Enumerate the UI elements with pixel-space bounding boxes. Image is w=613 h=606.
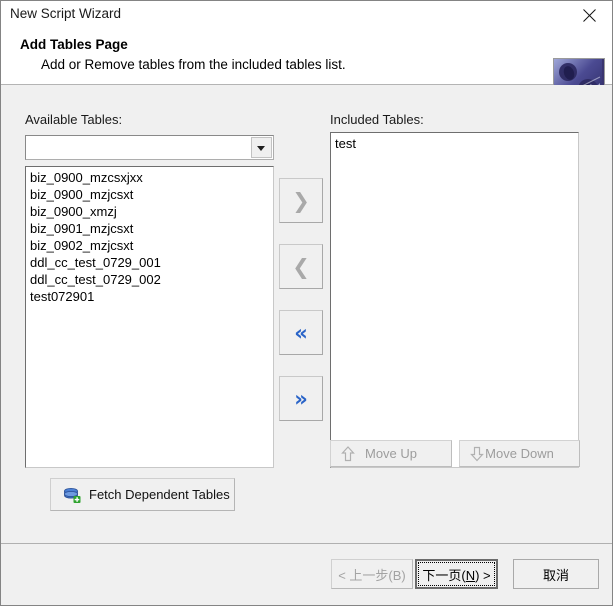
included-tables-items: test bbox=[331, 133, 578, 152]
add-all-button[interactable]: » bbox=[279, 376, 323, 421]
available-tables-items: biz_0900_mzcsxjxx biz_0900_mzjcsxt biz_090… bbox=[26, 167, 273, 305]
fetch-dependent-tables-button[interactable]: Fetch Dependent Tables bbox=[50, 478, 235, 511]
next-label-suffix: ) > bbox=[475, 567, 491, 583]
move-down-label: Move Down bbox=[485, 446, 554, 461]
window-title: New Script Wizard bbox=[10, 6, 122, 21]
dialog-footer: < 上一步(B) 下一页(N) > 取消 bbox=[1, 543, 612, 605]
available-table-item[interactable]: ddl_cc_test_0729_002 bbox=[26, 271, 273, 288]
next-button[interactable]: 下一页(N) > bbox=[415, 559, 498, 589]
close-button[interactable] bbox=[568, 1, 612, 29]
add-selected-button[interactable]: ❯ bbox=[279, 178, 323, 223]
cancel-button-label: 取消 bbox=[542, 567, 569, 583]
cancel-button[interactable]: 取消 bbox=[513, 559, 599, 589]
back-button-label: < 上一步(B) bbox=[338, 567, 406, 583]
next-button-label: 下一页(N) > bbox=[422, 565, 490, 584]
move-up-label: Move Up bbox=[364, 446, 418, 461]
double-chevron-left-icon: « bbox=[294, 320, 308, 345]
available-table-item[interactable]: biz_0902_mzjcsxt bbox=[26, 237, 273, 254]
move-down-button[interactable]: Move Down bbox=[459, 440, 580, 467]
available-table-item[interactable]: biz_0900_mzjcsxt bbox=[26, 186, 273, 203]
available-table-item[interactable]: biz_0901_mzjcsxt bbox=[26, 220, 273, 237]
new-script-wizard-dialog: New Script Wizard Add Tables Page Add or… bbox=[0, 0, 613, 606]
double-chevron-right-icon: » bbox=[294, 386, 308, 411]
fetch-dependent-tables-label: Fetch Dependent Tables bbox=[89, 487, 230, 502]
available-tables-label: Available Tables: bbox=[25, 112, 123, 127]
available-table-item[interactable]: test072901 bbox=[26, 288, 273, 305]
schema-combobox[interactable] bbox=[25, 135, 274, 160]
included-tables-listbox[interactable]: test bbox=[330, 132, 579, 468]
available-table-item[interactable]: ddl_cc_test_0729_001 bbox=[26, 254, 273, 271]
chevron-down-icon[interactable] bbox=[251, 137, 272, 158]
included-tables-label: Included Tables: bbox=[330, 112, 424, 127]
included-table-item[interactable]: test bbox=[331, 135, 578, 152]
remove-selected-button[interactable]: ❮ bbox=[279, 244, 323, 289]
next-label-accelerator: N bbox=[465, 567, 476, 583]
available-table-item[interactable]: biz_0900_mzcsxjxx bbox=[26, 169, 273, 186]
page-subtitle: Add or Remove tables from the included t… bbox=[41, 57, 346, 72]
available-tables-listbox[interactable]: biz_0900_mzcsxjxx biz_0900_mzjcsxt biz_090… bbox=[25, 166, 274, 468]
available-table-item[interactable]: biz_0900_xmzj bbox=[26, 203, 273, 220]
tables-add-icon bbox=[63, 487, 81, 504]
move-up-button[interactable]: Move Up bbox=[330, 440, 452, 467]
chevron-right-icon: ❯ bbox=[292, 188, 310, 213]
chevron-left-icon: ❮ bbox=[292, 254, 310, 279]
remove-all-button[interactable]: « bbox=[279, 310, 323, 355]
next-label-prefix: 下一页( bbox=[422, 567, 466, 583]
wizard-header: Add Tables Page Add or Remove tables fro… bbox=[1, 29, 612, 110]
page-title: Add Tables Page bbox=[20, 37, 128, 52]
title-bar: New Script Wizard bbox=[1, 1, 612, 29]
dialog-body: Available Tables: Included Tables: biz_0… bbox=[1, 85, 612, 543]
back-button[interactable]: < 上一步(B) bbox=[331, 559, 413, 589]
